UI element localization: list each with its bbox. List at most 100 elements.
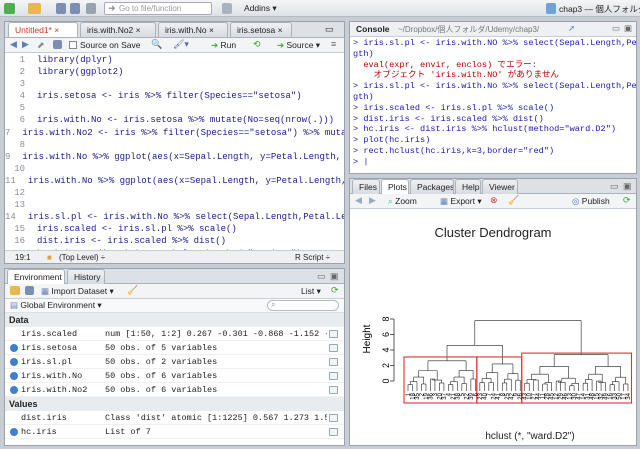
tab-iris-with-no2[interactable]: iris.with.No2 × bbox=[80, 22, 156, 37]
code-line[interactable]: 6 iris.with.No <- iris.setosa %>% mutate(… bbox=[5, 114, 344, 126]
scope-selector[interactable]: (Top Level) ÷ bbox=[59, 253, 105, 262]
save-all-icon[interactable] bbox=[70, 3, 80, 14]
expand-icon[interactable] bbox=[10, 386, 18, 394]
code-line[interactable]: 9 iris.with.No %>% ggplot(aes(x=Sepal.Len… bbox=[5, 151, 344, 163]
console-header: Console ~/Dropbox/個人フォルダ/Udemy/chap3/ ➚ … bbox=[350, 22, 636, 37]
code-line[interactable]: 11 iris.with.No %>% ggplot(aes(x=Sepal.Le… bbox=[5, 175, 344, 187]
close-icon[interactable]: × bbox=[209, 25, 214, 35]
source-on-save-checkbox[interactable] bbox=[69, 41, 77, 49]
expand-icon[interactable] bbox=[10, 344, 18, 352]
outline-icon[interactable]: ≡ bbox=[331, 39, 336, 49]
tab-files[interactable]: Files bbox=[352, 179, 380, 194]
tab-viewer[interactable]: Viewer bbox=[482, 179, 518, 194]
import-dataset-button[interactable]: ▦ Import Dataset ▾ bbox=[41, 286, 114, 297]
code-tools-icon[interactable]: 🖌▾ bbox=[173, 39, 189, 50]
project-label[interactable]: chap3 — 個人フォルダ bbox=[559, 3, 640, 15]
maximize-icon[interactable]: ▣ bbox=[624, 23, 632, 34]
open-folder-icon[interactable] bbox=[28, 3, 41, 14]
expand-icon[interactable] bbox=[10, 372, 18, 380]
grid-layout-icon[interactable] bbox=[222, 3, 232, 14]
env-row[interactable]: hc.iris List of 7 bbox=[5, 425, 344, 439]
publish-button[interactable]: ◎ Publish bbox=[572, 196, 610, 207]
forward-icon[interactable]: ▶ bbox=[22, 39, 29, 50]
env-row[interactable]: iris.with.No2 50 obs. of 6 variables bbox=[5, 383, 344, 397]
env-row[interactable]: iris.setosa 50 obs. of 5 variables bbox=[5, 341, 344, 355]
tab-iris-with-no[interactable]: iris.with.No × bbox=[158, 22, 228, 37]
refresh-icon[interactable]: ⟳ bbox=[331, 285, 339, 296]
show-in-window-icon[interactable]: ⬈ bbox=[37, 40, 45, 51]
tab-untitled1[interactable]: Untitled1* × bbox=[8, 22, 78, 37]
save-icon[interactable] bbox=[56, 3, 66, 14]
close-icon[interactable]: × bbox=[136, 25, 141, 35]
save-icon[interactable] bbox=[53, 40, 62, 49]
code-line[interactable]: 16 dist.iris <- iris.scaled %>% dist() bbox=[5, 235, 344, 247]
broom-icon[interactable]: 🧹 bbox=[127, 285, 138, 296]
code-area[interactable]: 1 library(dplyr) 2 library(ggplot2) 3 4 iris.s… bbox=[5, 54, 344, 250]
remove-plot-icon[interactable]: ⊗ bbox=[490, 195, 498, 206]
close-icon[interactable]: × bbox=[54, 25, 59, 35]
run-button[interactable]: ➔ Run bbox=[211, 40, 236, 51]
view-grid-icon[interactable] bbox=[329, 414, 338, 422]
code-line[interactable]: 15 iris.scaled <- iris.sl.pl %>% scale() bbox=[5, 223, 344, 235]
open-icon[interactable] bbox=[10, 286, 20, 295]
view-grid-icon[interactable] bbox=[329, 358, 338, 366]
code-line[interactable]: 8 bbox=[5, 139, 344, 151]
maximize-icon[interactable]: ▣ bbox=[330, 271, 339, 282]
addins-menu[interactable]: Addins ▾ bbox=[244, 3, 277, 14]
clear-plots-icon[interactable]: 🧹 bbox=[508, 195, 519, 206]
save-icon[interactable] bbox=[25, 286, 34, 295]
code-line[interactable]: 4 iris.setosa <- iris %>% filter(Species=… bbox=[5, 90, 344, 102]
maximize-icon[interactable]: ▣ bbox=[623, 181, 632, 192]
console-output[interactable]: > iris.sl.pl <- iris.with.NO %>% select(… bbox=[353, 38, 636, 173]
minimize-icon[interactable]: ▭ bbox=[317, 271, 326, 282]
tab-environment[interactable]: Environment bbox=[7, 269, 65, 284]
view-grid-icon[interactable] bbox=[329, 344, 338, 352]
global-env-selector[interactable]: ▤ Global Environment ▾ bbox=[10, 300, 102, 311]
env-row[interactable]: iris.sl.pl 50 obs. of 2 variables bbox=[5, 355, 344, 369]
console-title[interactable]: Console bbox=[356, 24, 390, 34]
env-row[interactable]: dist.iris Class 'dist' atomic [1:1225] 0.… bbox=[5, 411, 344, 425]
code-line[interactable]: 2 library(ggplot2) bbox=[5, 66, 344, 78]
tab-plots[interactable]: Plots bbox=[381, 179, 409, 194]
code-line[interactable]: 14 iris.sl.pl <- iris.with.No %>% select(… bbox=[5, 211, 344, 223]
tab-history[interactable]: History bbox=[67, 269, 105, 284]
view-grid-icon[interactable] bbox=[329, 386, 338, 394]
minimize-icon[interactable]: ▭ bbox=[610, 181, 619, 192]
search-replace-icon[interactable]: 🔍 bbox=[151, 39, 162, 50]
source-button[interactable]: ➔ Source ▾ bbox=[277, 40, 320, 51]
export-button[interactable]: ▦ Export ▾ bbox=[440, 196, 482, 207]
code-line[interactable]: 7 iris.with.No2 <- iris %>% filter(Specie… bbox=[5, 127, 344, 139]
print-icon[interactable] bbox=[86, 3, 96, 14]
tab-iris-setosa[interactable]: iris.setosa × bbox=[230, 22, 292, 37]
tab-help[interactable]: Help bbox=[455, 179, 481, 194]
env-row[interactable]: iris.scaled num [1:50, 1:2] 0.267 -0.301 … bbox=[5, 327, 344, 341]
view-grid-icon[interactable] bbox=[329, 372, 338, 380]
code-line[interactable]: 1 library(dplyr) bbox=[5, 54, 344, 66]
zoom-button[interactable]: ⌕ Zoom bbox=[388, 196, 417, 207]
code-line[interactable]: 10 bbox=[5, 163, 344, 175]
goto-dir-icon[interactable]: ➚ bbox=[568, 23, 575, 34]
env-search-input[interactable]: ⌕ bbox=[267, 300, 339, 311]
tab-packages[interactable]: Packages bbox=[410, 179, 454, 194]
env-row[interactable]: iris.with.No 50 obs. of 6 variables bbox=[5, 369, 344, 383]
expand-icon[interactable] bbox=[10, 428, 18, 436]
back-icon[interactable]: ◀ bbox=[10, 39, 17, 50]
file-type-selector[interactable]: R Script ÷ bbox=[295, 253, 330, 262]
code-line[interactable]: 12 bbox=[5, 187, 344, 199]
code-line[interactable]: 5 bbox=[5, 102, 344, 114]
goto-input[interactable]: ➜ Go to file/function bbox=[104, 2, 212, 15]
tabs-overflow-icon[interactable]: ▭ bbox=[325, 24, 334, 35]
code-line[interactable]: 3 bbox=[5, 78, 344, 90]
close-icon[interactable]: × bbox=[278, 25, 283, 35]
code-line[interactable]: 13 bbox=[5, 199, 344, 211]
expand-icon[interactable] bbox=[10, 358, 18, 366]
minimize-icon[interactable]: ▭ bbox=[612, 23, 620, 34]
view-mode-selector[interactable]: List ▾ bbox=[301, 286, 321, 297]
back-icon[interactable]: ◀ bbox=[355, 195, 362, 206]
refresh-icon[interactable]: ⟳ bbox=[623, 195, 631, 206]
rerun-icon[interactable]: ⟲ bbox=[253, 39, 261, 50]
forward-icon[interactable]: ▶ bbox=[369, 195, 376, 206]
view-grid-icon[interactable] bbox=[329, 428, 338, 436]
view-grid-icon[interactable] bbox=[329, 330, 338, 338]
new-file-icon[interactable] bbox=[4, 3, 15, 14]
